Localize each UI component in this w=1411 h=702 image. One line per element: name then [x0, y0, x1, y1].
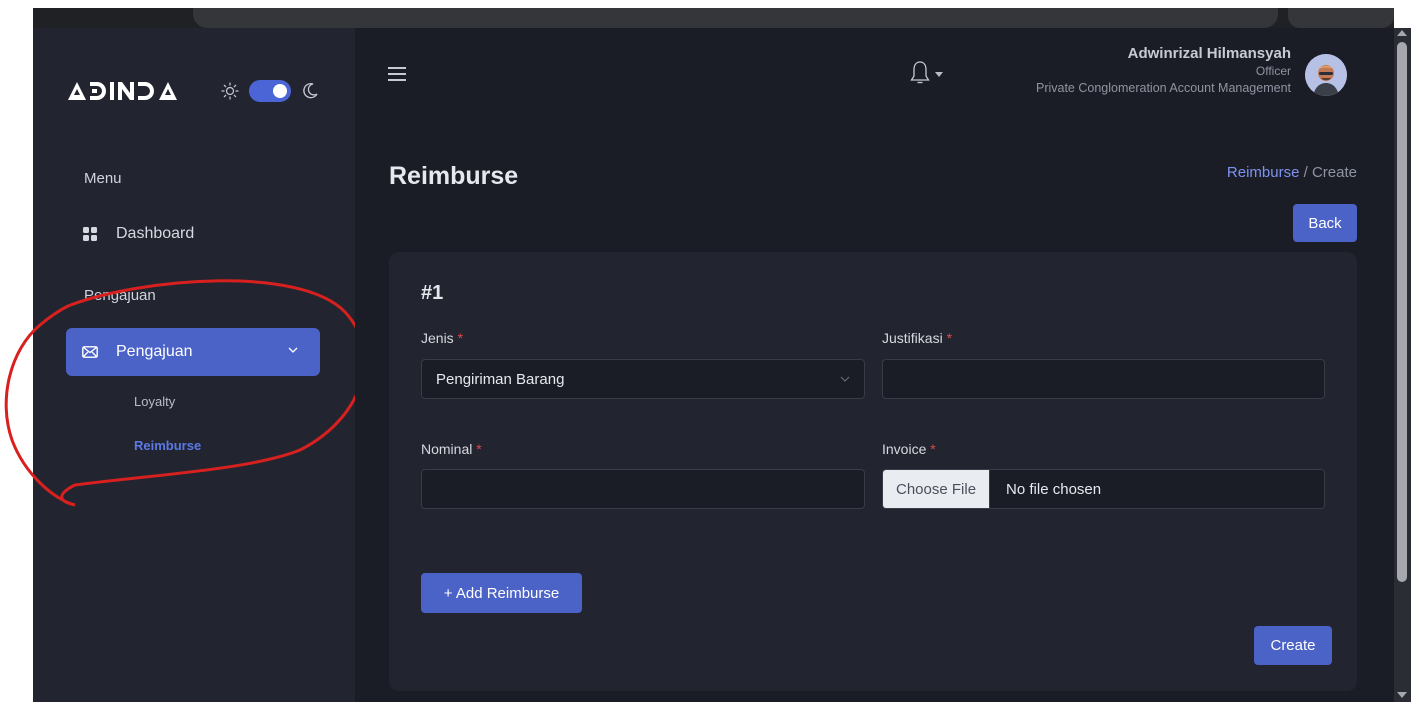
breadcrumb: Reimburse / Create: [1227, 164, 1357, 181]
jenis-label-text: Jenis: [421, 330, 454, 346]
jenis-selected-value: Pengiriman Barang: [436, 370, 565, 388]
notification-dropdown[interactable]: [909, 60, 943, 86]
chevron-down-icon: [288, 347, 298, 353]
app-logo[interactable]: [66, 79, 186, 103]
sidebar-subitem-reimburse[interactable]: Reimburse: [134, 438, 201, 453]
caret-down-icon: [935, 71, 943, 77]
invoice-label-text: Invoice: [882, 441, 927, 457]
browser-tab-strip: [33, 8, 1394, 28]
jenis-label: Jenis *: [421, 330, 463, 346]
justifikasi-input[interactable]: [882, 359, 1325, 399]
back-button[interactable]: Back: [1293, 204, 1357, 242]
user-department: Private Conglomeration Account Managemen…: [1035, 81, 1291, 95]
required-mark: *: [476, 441, 482, 457]
dark-mode-switch[interactable]: [249, 80, 291, 102]
breadcrumb-separator: /: [1303, 164, 1308, 181]
avatar[interactable]: [1305, 54, 1347, 96]
jenis-select[interactable]: Pengiriman Barang: [421, 359, 865, 399]
envelope-icon: [82, 344, 98, 360]
hamburger-menu-icon[interactable]: [388, 66, 406, 82]
sidebar-item-pengajuan[interactable]: Pengajuan: [66, 328, 320, 376]
nominal-label-text: Nominal: [421, 441, 473, 457]
sidebar-subitem-loyalty[interactable]: Loyalty: [134, 394, 175, 409]
user-role: Officer: [1255, 64, 1291, 78]
page-title: Reimburse: [389, 162, 519, 190]
user-info[interactable]: Adwinrizal Hilmansyah Officer Private Co…: [1036, 45, 1291, 97]
justifikasi-label-text: Justifikasi: [882, 330, 943, 346]
bell-icon: [910, 61, 930, 84]
nominal-label: Nominal *: [421, 441, 482, 457]
sun-icon: [221, 82, 239, 100]
scrollbar-thumb[interactable]: [1397, 42, 1407, 582]
browser-chrome: [0, 0, 1411, 28]
item-number: #1: [421, 282, 444, 304]
nominal-input[interactable]: [421, 469, 865, 509]
required-mark: *: [946, 330, 953, 346]
file-status-text: No file chosen: [1006, 480, 1102, 498]
scroll-down-arrow-icon[interactable]: [1397, 692, 1407, 698]
grid-icon: [82, 226, 98, 242]
section-heading-pengajuan: Pengajuan: [84, 287, 156, 304]
sidebar-item-dashboard[interactable]: Dashboard: [66, 210, 320, 258]
invoice-label: Invoice *: [882, 441, 936, 457]
theme-toggle[interactable]: [221, 80, 319, 102]
required-mark: *: [457, 330, 464, 346]
sidebar-item-label: Dashboard: [116, 225, 195, 242]
window-gutter: [0, 28, 33, 702]
browser-address-bar[interactable]: [193, 8, 1278, 28]
scroll-up-arrow-icon[interactable]: [1397, 30, 1407, 36]
invoice-file-input[interactable]: Choose File No file chosen: [882, 469, 1325, 509]
breadcrumb-current: Create: [1311, 164, 1357, 181]
chevron-down-icon: [840, 376, 850, 382]
justifikasi-label: Justifikasi *: [882, 330, 952, 346]
required-mark: *: [930, 441, 936, 457]
user-name: Adwinrizal Hilmansyah: [1127, 45, 1291, 62]
create-button[interactable]: Create: [1254, 626, 1332, 665]
choose-file-button[interactable]: Choose File: [883, 470, 991, 508]
menu-heading: Menu: [84, 170, 122, 187]
breadcrumb-link-reimburse[interactable]: Reimburse: [1227, 164, 1300, 181]
sidebar-item-label: Pengajuan: [116, 343, 193, 360]
browser-extension-area[interactable]: [1288, 8, 1394, 28]
moon-icon: [303, 83, 318, 99]
add-reimburse-button[interactable]: + Add Reimburse: [421, 573, 582, 613]
